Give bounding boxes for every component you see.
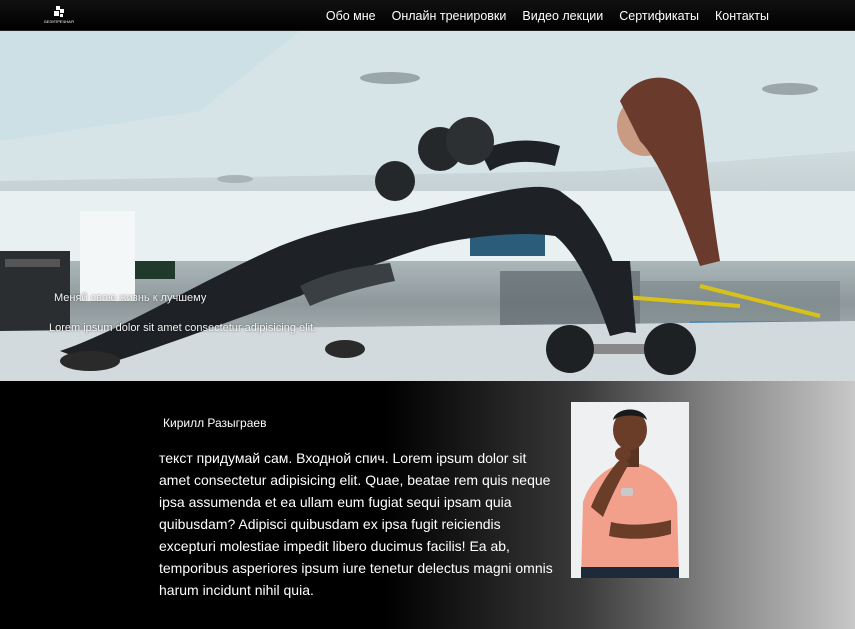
nav-link-video-lectures[interactable]: Видео лекции xyxy=(522,9,603,23)
nav-link-certificates[interactable]: Сертификаты xyxy=(619,9,699,23)
hero-banner: Меняй свою жизнь к лучшему Lorem ipsum d… xyxy=(0,31,855,381)
nav-link-about[interactable]: Обо мне xyxy=(326,9,376,23)
logo-icon: БЕЗУПРЕЧНАЯ xyxy=(44,6,74,24)
trainer-portrait-image xyxy=(571,402,689,578)
nav-link-online-training[interactable]: Онлайн тренировки xyxy=(392,9,507,23)
about-text: текст придумай сам. Входной спич. Lorem … xyxy=(159,450,553,598)
trainer-name: Кирилл Разыграев xyxy=(163,416,267,430)
main-nav: Обо мне Онлайн тренировки Видео лекции С… xyxy=(326,0,769,31)
nav-link-contacts[interactable]: Контакты xyxy=(715,9,769,23)
top-navbar: БЕЗУПРЕЧНАЯ Обо мне Онлайн тренировки Ви… xyxy=(0,0,855,31)
hero-title: Меняй свою жизнь к лучшему xyxy=(54,292,207,304)
logo[interactable]: БЕЗУПРЕЧНАЯ xyxy=(38,5,80,25)
about-section: Кирилл Разыграев текст придумай сам. Вхо… xyxy=(0,381,855,629)
logo-text: БЕЗУПРЕЧНАЯ xyxy=(44,19,74,24)
trainer-photo xyxy=(571,402,689,578)
hero-subtitle: Lorem ipsum dolor sit amet consectetur a… xyxy=(49,322,317,334)
